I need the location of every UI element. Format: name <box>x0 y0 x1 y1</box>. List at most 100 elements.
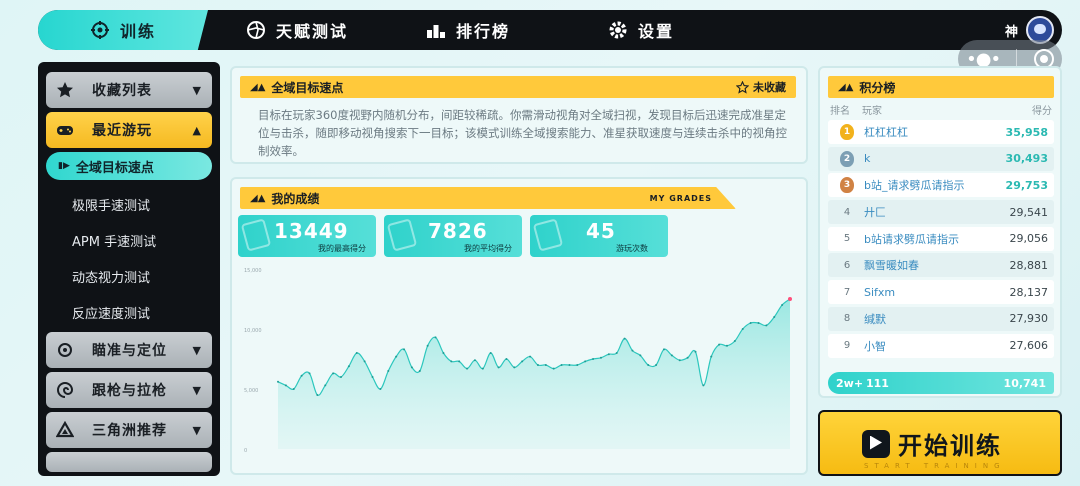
score-point <box>623 337 626 340</box>
mode-description-panel: ◢▲ 全域目标速点 未收藏 目标在玩家360度视野内随机分布，间距较稀疏。你需滑… <box>230 66 808 164</box>
sidebar-item-label: 极限手速测试 <box>72 198 151 214</box>
score-point <box>332 372 335 375</box>
stat-card-plays: 45 游玩次数 <box>530 215 668 257</box>
sidebar-item-label: 全域目标速点 <box>75 160 154 176</box>
score-point <box>718 343 721 346</box>
score-point <box>284 384 287 387</box>
play-icon: ▮▶ <box>58 161 70 171</box>
tab-ranking[interactable]: 排行榜 <box>406 10 530 50</box>
score-point <box>442 352 445 354</box>
start-training-label: 开始训练 <box>898 432 1002 460</box>
gold-medal-icon: 1 <box>840 124 854 140</box>
tab-training[interactable]: 训练 <box>38 10 208 50</box>
tab-talent-test[interactable]: 天赋测试 <box>226 10 368 50</box>
sidebar-item-apm[interactable]: APM 手速测试 <box>46 222 212 258</box>
chevron-up-icon: ▲ <box>192 123 202 137</box>
col-score-header: 得分 <box>1032 106 1052 117</box>
score-point <box>781 304 784 306</box>
aperture-icon <box>247 21 265 39</box>
leaderboard-panel: ◢▲ 积分榜 排名 玩家 得分 1 杠杠杠杠 35,958 2 k 30,493 3 b站_请… <box>818 66 1062 398</box>
stat-value: 7826 <box>428 219 488 243</box>
player-name: Sifxm <box>864 285 896 299</box>
score-point <box>529 355 532 358</box>
score-point <box>418 370 421 372</box>
tab-training-label: 训练 <box>119 22 156 41</box>
crosshair-icon <box>90 21 109 39</box>
score-point <box>576 364 579 366</box>
table-row[interactable]: 4 廾匚 29,541 <box>828 200 1054 225</box>
stat-label: 我的最高得分 <box>318 244 366 253</box>
table-row[interactable]: 6 飘雪暖如春 28,881 <box>828 253 1054 278</box>
score-point <box>379 388 382 390</box>
sidebar-group-favorites[interactable]: 收藏列表 ▼ <box>46 72 212 108</box>
table-row[interactable]: 8 缄默 27,930 <box>828 306 1054 331</box>
chevron-down-icon: ▼ <box>192 83 202 97</box>
score-point <box>347 365 350 368</box>
score-point <box>292 388 295 390</box>
sidebar-item-label: APM 手速测试 <box>72 234 157 250</box>
table-row[interactable]: 1 杠杠杠杠 35,958 <box>828 120 1054 144</box>
my-score: 10,741 <box>1003 376 1046 390</box>
chevron-down-icon: ▼ <box>192 423 202 437</box>
sidebar-group-delta[interactable]: 三角洲推荐 ▼ <box>46 412 212 448</box>
medal-icon: 2 <box>834 150 860 167</box>
sidebar-group-recent[interactable]: 最近游玩 ▲ <box>46 112 212 148</box>
sidebar-item-hand-speed[interactable]: 极限手速测试 <box>46 186 212 222</box>
controller-deco-icon <box>386 218 418 252</box>
rank-cell: 4 <box>843 206 851 218</box>
player-score: 28,137 <box>1009 285 1049 299</box>
sidebar-item-global-target[interactable]: ▮▶ 全域目标速点 <box>46 152 212 180</box>
sidebar-group-tracking[interactable]: 跟枪与拉枪 ▼ <box>46 372 212 408</box>
stat-value: 13449 <box>274 219 349 243</box>
sidebar-item-dynamic-vision[interactable]: 动态视力测试 <box>46 258 212 294</box>
top-nav: 训练 天赋测试 排行榜 设置 神 <box>38 10 1062 50</box>
sidebar-group-more[interactable] <box>46 452 212 472</box>
table-row[interactable]: 2 k 30,493 <box>828 146 1054 171</box>
score-point <box>765 324 768 327</box>
player-score: 29,056 <box>1009 232 1049 246</box>
score-point <box>631 349 634 352</box>
gamepad-icon <box>56 121 74 139</box>
y-tick-label: 5,000 <box>244 388 258 394</box>
tab-talent-test-label: 天赋测试 <box>276 22 349 41</box>
sidebar-item-reaction[interactable]: 反应速度测试 <box>46 294 212 330</box>
table-row[interactable]: 9 小智 27,606 <box>828 333 1054 358</box>
table-row[interactable]: 7 Sifxm 28,137 <box>828 280 1054 305</box>
start-training-button[interactable]: 开始训练 START TRAINING <box>818 410 1062 476</box>
table-row[interactable]: 5 b站请求劈瓜请指示 29,056 <box>828 226 1054 251</box>
score-point <box>355 352 358 354</box>
leaderboard-rows: 1 杠杠杠杠 35,958 2 k 30,493 3 b站_请求劈瓜请指示 29,753 4 廾匚 2… <box>828 120 1054 360</box>
score-point <box>773 316 776 318</box>
stat-label: 我的平均得分 <box>464 244 512 253</box>
sidebar: 收藏列表 ▼ 最近游玩 ▲ ▮▶ 全域目标速点 极限手速测试 APM 手速测试 … <box>38 62 220 476</box>
user-name[interactable]: 神 <box>1005 21 1018 40</box>
favorite-button[interactable]: 未收藏 <box>736 79 786 95</box>
score-point <box>662 348 665 351</box>
star-icon <box>56 81 74 99</box>
sidebar-group-aim[interactable]: 瞄准与定位 ▼ <box>46 332 212 368</box>
score-point <box>497 366 500 369</box>
tab-settings[interactable]: 设置 <box>588 10 694 50</box>
my-name: 111 <box>866 376 889 390</box>
swirl-icon <box>56 381 74 399</box>
score-point <box>702 384 705 387</box>
triangle-icon: ◢▲ <box>250 192 266 204</box>
podium-icon <box>427 25 446 38</box>
score-point <box>544 364 547 366</box>
table-row[interactable]: 3 b站_请求劈瓜请指示 29,753 <box>828 173 1054 198</box>
rank-cell: 8 <box>843 313 851 325</box>
score-point <box>340 376 343 378</box>
my-grades-panel: ◢▲ 我的成绩 MY GRADES 13449 我的最高得分 7826 我的平均… <box>230 177 808 475</box>
my-rank: 2w+ <box>836 376 864 390</box>
tab-ranking-label: 排行榜 <box>456 22 511 41</box>
score-point <box>584 360 587 363</box>
score-point <box>592 358 595 360</box>
y-tick-label: 0 <box>244 448 247 454</box>
score-point <box>521 360 524 363</box>
score-point <box>560 364 563 366</box>
score-point <box>670 354 673 357</box>
star-outline-icon <box>736 80 749 94</box>
score-point <box>473 359 476 362</box>
score-point <box>655 364 658 366</box>
score-point <box>363 360 366 363</box>
